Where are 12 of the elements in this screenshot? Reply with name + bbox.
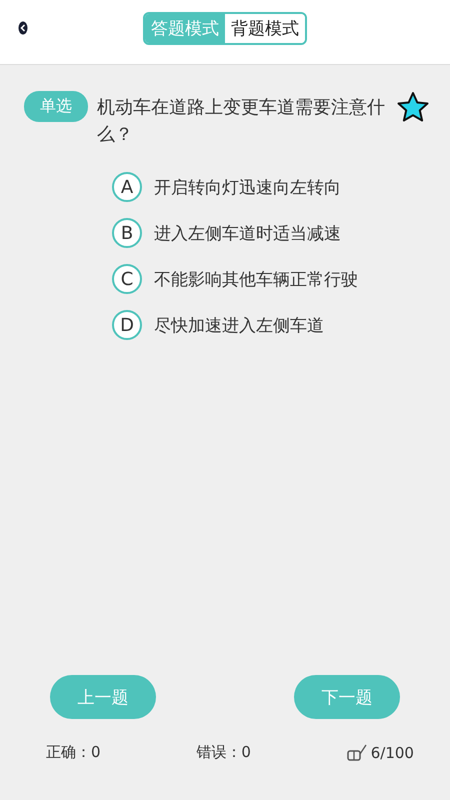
wrong-count: 错误：0 [196, 743, 251, 762]
question-text: 机动车在道路上变更车道需要注意什么？ [97, 96, 386, 147]
answer-option[interactable]: B 进入左侧车道时适当减速 [112, 218, 450, 248]
progress-count: 6/100 [370, 744, 414, 762]
question-type-tag: 单选 [24, 91, 88, 122]
answer-option[interactable]: D 尽快加速进入左侧车道 [112, 310, 450, 340]
star-icon[interactable] [396, 91, 430, 123]
answer-option[interactable]: A 开启转向灯迅速向左转向 [112, 172, 450, 202]
correct-count: 正确：0 [46, 743, 101, 762]
back-icon[interactable] [18, 21, 28, 35]
answer-option[interactable]: C 不能影响其他车辆正常行驶 [112, 264, 450, 294]
notebook-icon [346, 744, 367, 762]
